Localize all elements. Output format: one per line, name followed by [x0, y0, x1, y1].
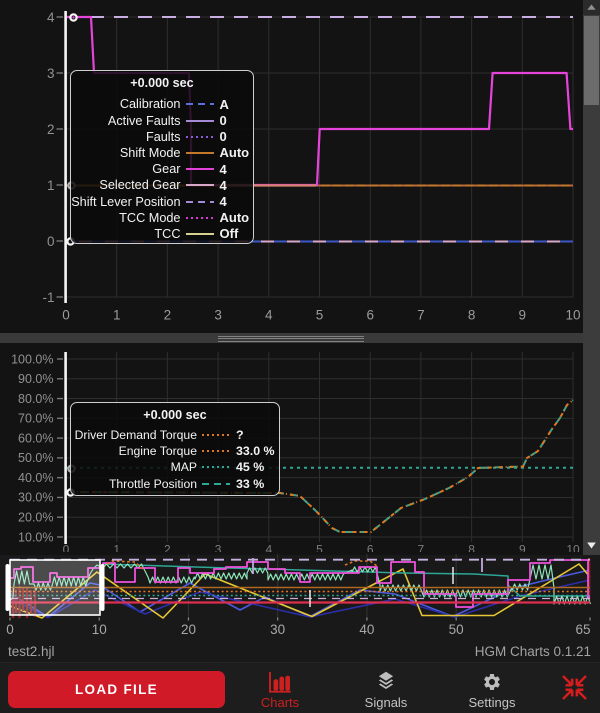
svg-text:10.0%: 10.0%	[18, 530, 53, 544]
svg-text:10: 10	[566, 543, 580, 552]
svg-text:50.0%: 50.0%	[18, 451, 53, 465]
svg-text:90.0%: 90.0%	[18, 372, 53, 386]
svg-text:1: 1	[113, 543, 120, 552]
svg-text:-1: -1	[42, 290, 54, 305]
svg-text:4: 4	[47, 10, 55, 25]
svg-text:20.0%: 20.0%	[18, 511, 53, 525]
svg-text:7: 7	[418, 543, 425, 552]
svg-text:0: 0	[47, 234, 55, 249]
svg-text:3: 3	[47, 66, 55, 81]
svg-text:2: 2	[164, 543, 171, 552]
svg-text:9: 9	[519, 543, 526, 552]
svg-text:0: 0	[62, 308, 70, 323]
svg-text:40.0%: 40.0%	[18, 471, 53, 485]
svg-text:1: 1	[113, 308, 121, 323]
svg-text:2: 2	[164, 308, 172, 323]
svg-text:3: 3	[214, 308, 222, 323]
svg-text:1: 1	[47, 178, 55, 193]
svg-text:8: 8	[468, 543, 475, 552]
svg-text:30.0%: 30.0%	[18, 491, 53, 505]
svg-text:6: 6	[366, 308, 374, 323]
svg-text:4: 4	[265, 543, 272, 552]
svg-text:4: 4	[265, 308, 273, 323]
svg-text:60.0%: 60.0%	[18, 431, 53, 445]
svg-text:3: 3	[215, 543, 222, 552]
svg-text:5: 5	[316, 308, 324, 323]
svg-text:9: 9	[519, 308, 527, 323]
svg-text:70.0%: 70.0%	[18, 412, 53, 426]
svg-text:100.0%: 100.0%	[11, 352, 53, 366]
svg-text:5: 5	[316, 543, 323, 552]
svg-text:6: 6	[367, 543, 374, 552]
svg-text:10: 10	[565, 308, 580, 323]
svg-text:2: 2	[47, 122, 55, 137]
svg-text:80.0%: 80.0%	[18, 392, 53, 406]
svg-text:8: 8	[468, 308, 476, 323]
svg-text:7: 7	[417, 308, 425, 323]
